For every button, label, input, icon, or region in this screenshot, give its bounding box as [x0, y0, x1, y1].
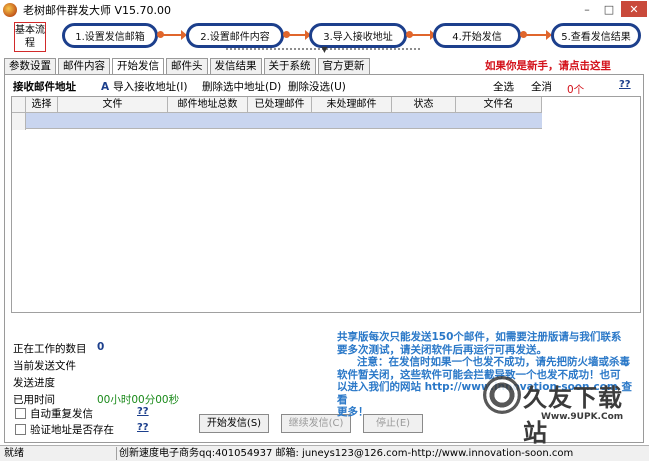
step-start-sending[interactable]: 4.开始发信: [433, 23, 521, 48]
import-addresses-label: 导入接收地址(I): [113, 81, 188, 93]
column-header-file[interactable]: 文件: [58, 97, 168, 112]
verify-address-label: 验证地址是否存在: [30, 424, 114, 436]
chevron-down-icon[interactable]: ▼: [320, 45, 329, 54]
tab-settings[interactable]: 参数设置: [4, 58, 56, 74]
title-bar: 老树邮件群发大师 V15.70.00 – □ ✕: [0, 0, 649, 20]
elapsed-time-label: 已用时间: [13, 394, 55, 406]
start-sending-button[interactable]: 开始发信(S): [199, 414, 269, 433]
app-icon: [3, 3, 17, 17]
auto-repeat-checkbox[interactable]: 自动重复发信: [15, 406, 93, 421]
select-all-button[interactable]: 全选: [493, 79, 514, 94]
tab-mail-header[interactable]: 邮件头: [166, 58, 208, 74]
current-file-label: 当前发送文件: [13, 360, 76, 372]
working-count-value: 0: [97, 341, 105, 353]
tab-bar: 参数设置 邮件内容 开始发信 邮件头 发信结果 关于系统 官方更新: [4, 58, 372, 75]
send-progress-label: 发送进度: [13, 377, 55, 389]
step-view-results[interactable]: 5.查看发信结果: [551, 23, 641, 48]
grid-header: 选择 文件 邮件地址总数 已处理邮件 未处理邮件 状态 文件名: [12, 97, 542, 113]
address-grid[interactable]: 选择 文件 邮件地址总数 已处理邮件 未处理邮件 状态 文件名: [11, 96, 641, 313]
arrow-icon: [406, 30, 436, 40]
status-bar: 就绪 创新速度电子商务qq:401054937 邮箱: juneys123@12…: [0, 445, 649, 461]
row-indicator: [12, 113, 26, 130]
checkbox-box[interactable]: [15, 408, 26, 419]
basic-flow-label: 基本流程: [14, 22, 46, 52]
table-row[interactable]: [26, 113, 542, 129]
minimize-icon[interactable]: –: [577, 1, 597, 17]
arrow-icon: [283, 30, 311, 40]
delete-unselected-button[interactable]: 删除没选(U): [288, 79, 346, 94]
row-header-gutter: [12, 97, 26, 112]
arrow-icon: [157, 30, 187, 40]
column-header-processed[interactable]: 已处理邮件: [248, 97, 312, 112]
status-separator: [116, 447, 117, 460]
elapsed-time-value: 00小时00分00秒: [97, 394, 180, 406]
deselect-all-button[interactable]: 全消: [531, 79, 552, 94]
column-header-status[interactable]: 状态: [392, 97, 456, 112]
watermark-subtext: Www.9UPK.Com: [541, 412, 624, 422]
working-count-label: 正在工作的数目: [13, 343, 87, 355]
watermark-logo-icon: [483, 376, 521, 414]
tab-send-results[interactable]: 发信结果: [209, 58, 262, 74]
verify-address-checkbox[interactable]: 验证地址是否存在: [15, 422, 114, 437]
recipient-address-heading: 接收邮件地址: [13, 81, 76, 93]
step-set-sender-mailbox[interactable]: 1.设置发信邮箱: [62, 23, 158, 48]
tab-start-sending[interactable]: 开始发信: [112, 58, 164, 75]
address-toolbar: 接收邮件地址 A 导入接收地址(I) 删除选中地址(D) 删除没选(U) 全选 全…: [5, 79, 643, 95]
column-header-filename[interactable]: 文件名: [456, 97, 542, 112]
tab-about[interactable]: 关于系统: [263, 58, 316, 74]
close-icon[interactable]: ✕: [621, 1, 647, 17]
maximize-icon[interactable]: □: [599, 1, 619, 17]
column-header-unprocessed[interactable]: 未处理邮件: [312, 97, 392, 112]
contact-info: 创新速度电子商务qq:401054937 邮箱: juneys123@126.c…: [119, 448, 574, 459]
import-icon: A: [101, 81, 110, 93]
tab-mail-content[interactable]: 邮件内容: [58, 58, 110, 74]
site-watermark: 久友下载站 Www.9UPK.Com: [483, 368, 643, 447]
start-sending-panel: 接收邮件地址 A 导入接收地址(I) 删除选中地址(D) 删除没选(U) 全选 全…: [4, 74, 644, 447]
notice-line: 要多次测试，请关闭软件后再运行可再发送。: [337, 343, 547, 356]
newbie-help-link[interactable]: 如果你是新手，请点击这里: [485, 58, 611, 73]
toolbar-help-link[interactable]: ??: [619, 79, 631, 90]
delete-selected-button[interactable]: 删除选中地址(D): [202, 79, 281, 94]
panel-splitter[interactable]: ▼: [226, 45, 422, 54]
import-addresses-button[interactable]: A 导入接收地址(I): [101, 79, 187, 94]
checkbox-box[interactable]: [15, 424, 26, 435]
auto-repeat-label: 自动重复发信: [30, 408, 93, 420]
status-text: 就绪: [4, 448, 24, 459]
window-controls: – □ ✕: [575, 1, 647, 17]
verify-address-help-link[interactable]: ??: [137, 422, 149, 433]
selected-count: 0个: [567, 84, 585, 96]
auto-repeat-help-link[interactable]: ??: [137, 406, 149, 417]
window-title: 老树邮件群发大师 V15.70.00: [23, 4, 172, 17]
notice-line: 共享版每次只能发送150个邮件，如需要注册版请与我们联系: [337, 331, 622, 343]
column-header-select[interactable]: 选择: [26, 97, 58, 112]
arrow-icon: [520, 30, 552, 40]
column-header-total[interactable]: 邮件地址总数: [168, 97, 248, 112]
notice-line: 注意：在发信时如果一个也发不成功，请先把防火墙或杀毒: [357, 356, 630, 368]
tab-official-update[interactable]: 官方更新: [317, 58, 370, 74]
